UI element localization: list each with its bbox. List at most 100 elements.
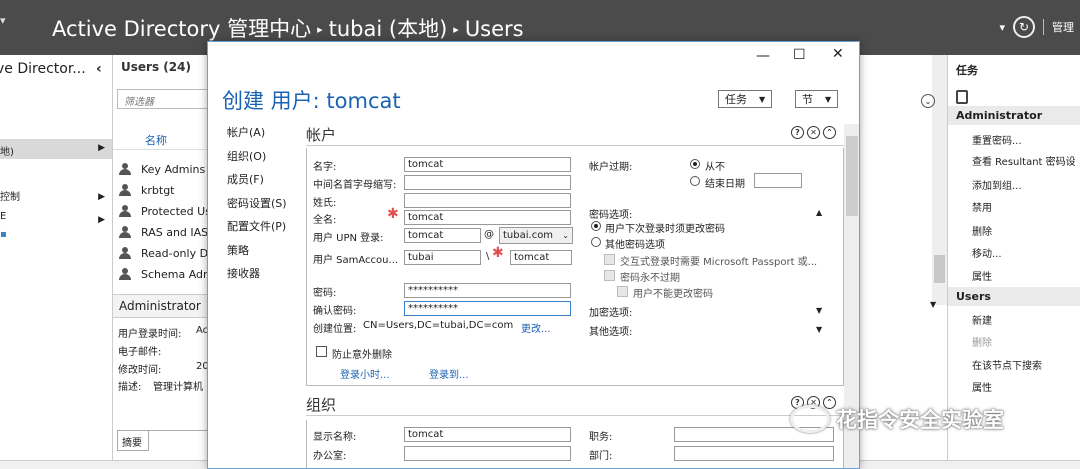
last-name-input[interactable] (404, 193, 571, 208)
tasks-dropdown-label: 任务 (725, 93, 747, 106)
sam-user-input[interactable]: tomcat (510, 250, 572, 265)
confirm-password-input[interactable]: ********** (404, 301, 571, 316)
logon-hours-link[interactable]: 登录小时... (340, 366, 390, 381)
department-label: 部门: (589, 451, 613, 462)
collapse-chevron-icon[interactable]: ‹ (96, 61, 102, 77)
office-label: 办公室: (313, 451, 347, 462)
expand-arrow-icon[interactable]: ▶ (98, 215, 105, 225)
close-icon[interactable]: ✕ (832, 46, 844, 62)
department-input[interactable] (674, 446, 834, 461)
scrollbar-thumb[interactable] (934, 255, 945, 283)
other-options-label[interactable]: 其他选项: (589, 323, 632, 338)
task-add-to-group[interactable]: 添加到组... (972, 177, 1022, 192)
logon-to-link[interactable]: 登录到... (429, 366, 469, 381)
list-item[interactable]: krbtgt (119, 180, 174, 200)
expand-arrow-icon[interactable]: ▶ (98, 143, 105, 153)
nav-member-of[interactable]: 成员(F) (227, 171, 307, 195)
sam-label: 用户 SamAccou... (313, 255, 399, 266)
list-item[interactable]: Read-only D (119, 243, 208, 263)
help-icon[interactable]: ? (791, 126, 804, 139)
task-users-properties[interactable]: 属性 (972, 379, 992, 394)
breadcrumb-root[interactable]: Active Directory 管理中心 (52, 17, 311, 41)
list-item[interactable]: Key Admins (119, 159, 205, 179)
tasks-dropdown[interactable]: 任务 ▼ (718, 90, 773, 108)
detail-tabbar: 摘要 (117, 430, 211, 451)
tasks-section-users[interactable]: Users (948, 287, 1080, 306)
expand-details-icon[interactable]: ▼ (930, 300, 936, 309)
breadcrumb-arrow-icon: ▸ (317, 23, 323, 36)
sections-dropdown[interactable]: 节 ▼ (795, 90, 839, 108)
nav-silo[interactable]: 接收器 (227, 265, 307, 289)
end-date-input[interactable] (754, 173, 802, 188)
expires-end-date-label: 结束日期 (705, 179, 745, 190)
initials-input[interactable] (404, 175, 571, 190)
column-header-name[interactable]: 名称 (113, 130, 213, 150)
back-chevron-icon[interactable]: ▾ (0, 14, 20, 40)
filter-input[interactable]: 筛选器 (117, 89, 213, 109)
refresh-icon[interactable]: ↻ (1013, 16, 1035, 38)
expand-section-icon[interactable]: ⌄ (921, 94, 935, 108)
upn-user-input[interactable]: tomcat (404, 228, 481, 243)
nav-organization[interactable]: 组织(O) (227, 148, 307, 172)
detail-label: 电子邮件: (118, 347, 162, 358)
list-item[interactable]: Schema Adn (119, 264, 210, 284)
first-name-input[interactable]: tomcat (404, 157, 571, 172)
task-delete[interactable]: 删除 (972, 223, 992, 238)
confirm-password-label: 确认密码: (313, 306, 357, 317)
scrollbar-thumb[interactable] (846, 136, 858, 216)
maximize-icon[interactable]: ☐ (793, 47, 806, 63)
nav-profile[interactable]: 配置文件(P) (227, 218, 307, 242)
task-disable[interactable]: 禁用 (972, 199, 992, 214)
task-search-node[interactable]: 在该节点下搜索 (972, 357, 1042, 372)
section-tools: ? ✕ ⌃ (791, 126, 836, 139)
collapse-arrow-icon[interactable]: ▲ (816, 208, 822, 217)
nav-password-settings[interactable]: 密码设置(S) (227, 195, 307, 219)
task-reset-password[interactable]: 重置密码... (972, 132, 1022, 147)
expires-never-radio[interactable] (690, 159, 700, 169)
nav-policy[interactable]: 策略 (227, 242, 307, 266)
create-user-dialog: — ☐ ✕ 创建 用户: tomcat 任务 ▼ 节 ▼ 帐户(A) 组织(O) 成… (207, 41, 860, 469)
expand-arrow-icon[interactable]: ▼ (816, 325, 822, 334)
manage-menu[interactable]: 管理 (1052, 19, 1074, 35)
change-location-link[interactable]: 更改... (521, 320, 551, 335)
other-password-options-radio[interactable] (591, 237, 601, 247)
account-expires-label: 帐户过期: (589, 162, 633, 173)
nav-item[interactable]: 控制 ▶ (0, 188, 112, 206)
minimize-icon[interactable]: — (756, 48, 770, 64)
collapse-section-icon[interactable]: ⌃ (823, 126, 836, 139)
list-item-label: Protected Us (141, 204, 211, 218)
breadcrumb-users[interactable]: Users (465, 17, 524, 41)
office-input[interactable] (404, 446, 571, 461)
expires-end-date-radio[interactable] (690, 176, 700, 186)
nav-item-selected[interactable]: 地) ▶ (0, 139, 112, 159)
clipboard-icon[interactable] (956, 90, 968, 104)
full-name-input[interactable]: tomcat (404, 210, 571, 225)
dropdown-arrow-icon[interactable]: ▾ (999, 21, 1005, 34)
tasks-section-administrator[interactable]: Administrator (948, 106, 1080, 125)
display-name-input[interactable]: tomcat (404, 427, 571, 442)
breadcrumb-domain[interactable]: tubai (本地) (329, 17, 448, 41)
task-view-resultant-password[interactable]: 查看 Resultant 密码设 (972, 153, 1076, 168)
list-scrollbar[interactable] (932, 55, 947, 305)
sam-separator: \ (486, 251, 490, 262)
tab-summary[interactable]: 摘要 (117, 431, 149, 451)
list-item-label: Key Admins (141, 162, 206, 176)
expand-arrow-icon[interactable]: ▼ (816, 306, 822, 315)
nav-item[interactable]: E ▶ (0, 211, 112, 229)
list-item[interactable]: RAS and IAS (119, 222, 208, 242)
protect-deletion-checkbox[interactable] (316, 346, 327, 357)
encryption-options-label[interactable]: 加密选项: (589, 304, 632, 319)
chevron-down-icon: ⌄ (562, 231, 569, 240)
list-item[interactable]: Protected Us (119, 201, 211, 221)
list-item-label: krbtgt (141, 183, 175, 197)
full-name-label: 全名: (313, 215, 337, 226)
task-new[interactable]: 新建 (972, 312, 992, 327)
change-at-next-logon-radio[interactable] (591, 221, 601, 231)
close-section-icon[interactable]: ✕ (807, 126, 820, 139)
password-input[interactable]: ********** (404, 283, 571, 298)
expand-arrow-icon[interactable]: ▶ (98, 192, 105, 202)
nav-account[interactable]: 帐户(A) (227, 124, 307, 148)
task-move[interactable]: 移动... (972, 245, 1002, 260)
task-properties[interactable]: 属性 (972, 268, 992, 283)
upn-domain-select[interactable]: tubai.com ⌄ (499, 227, 573, 244)
